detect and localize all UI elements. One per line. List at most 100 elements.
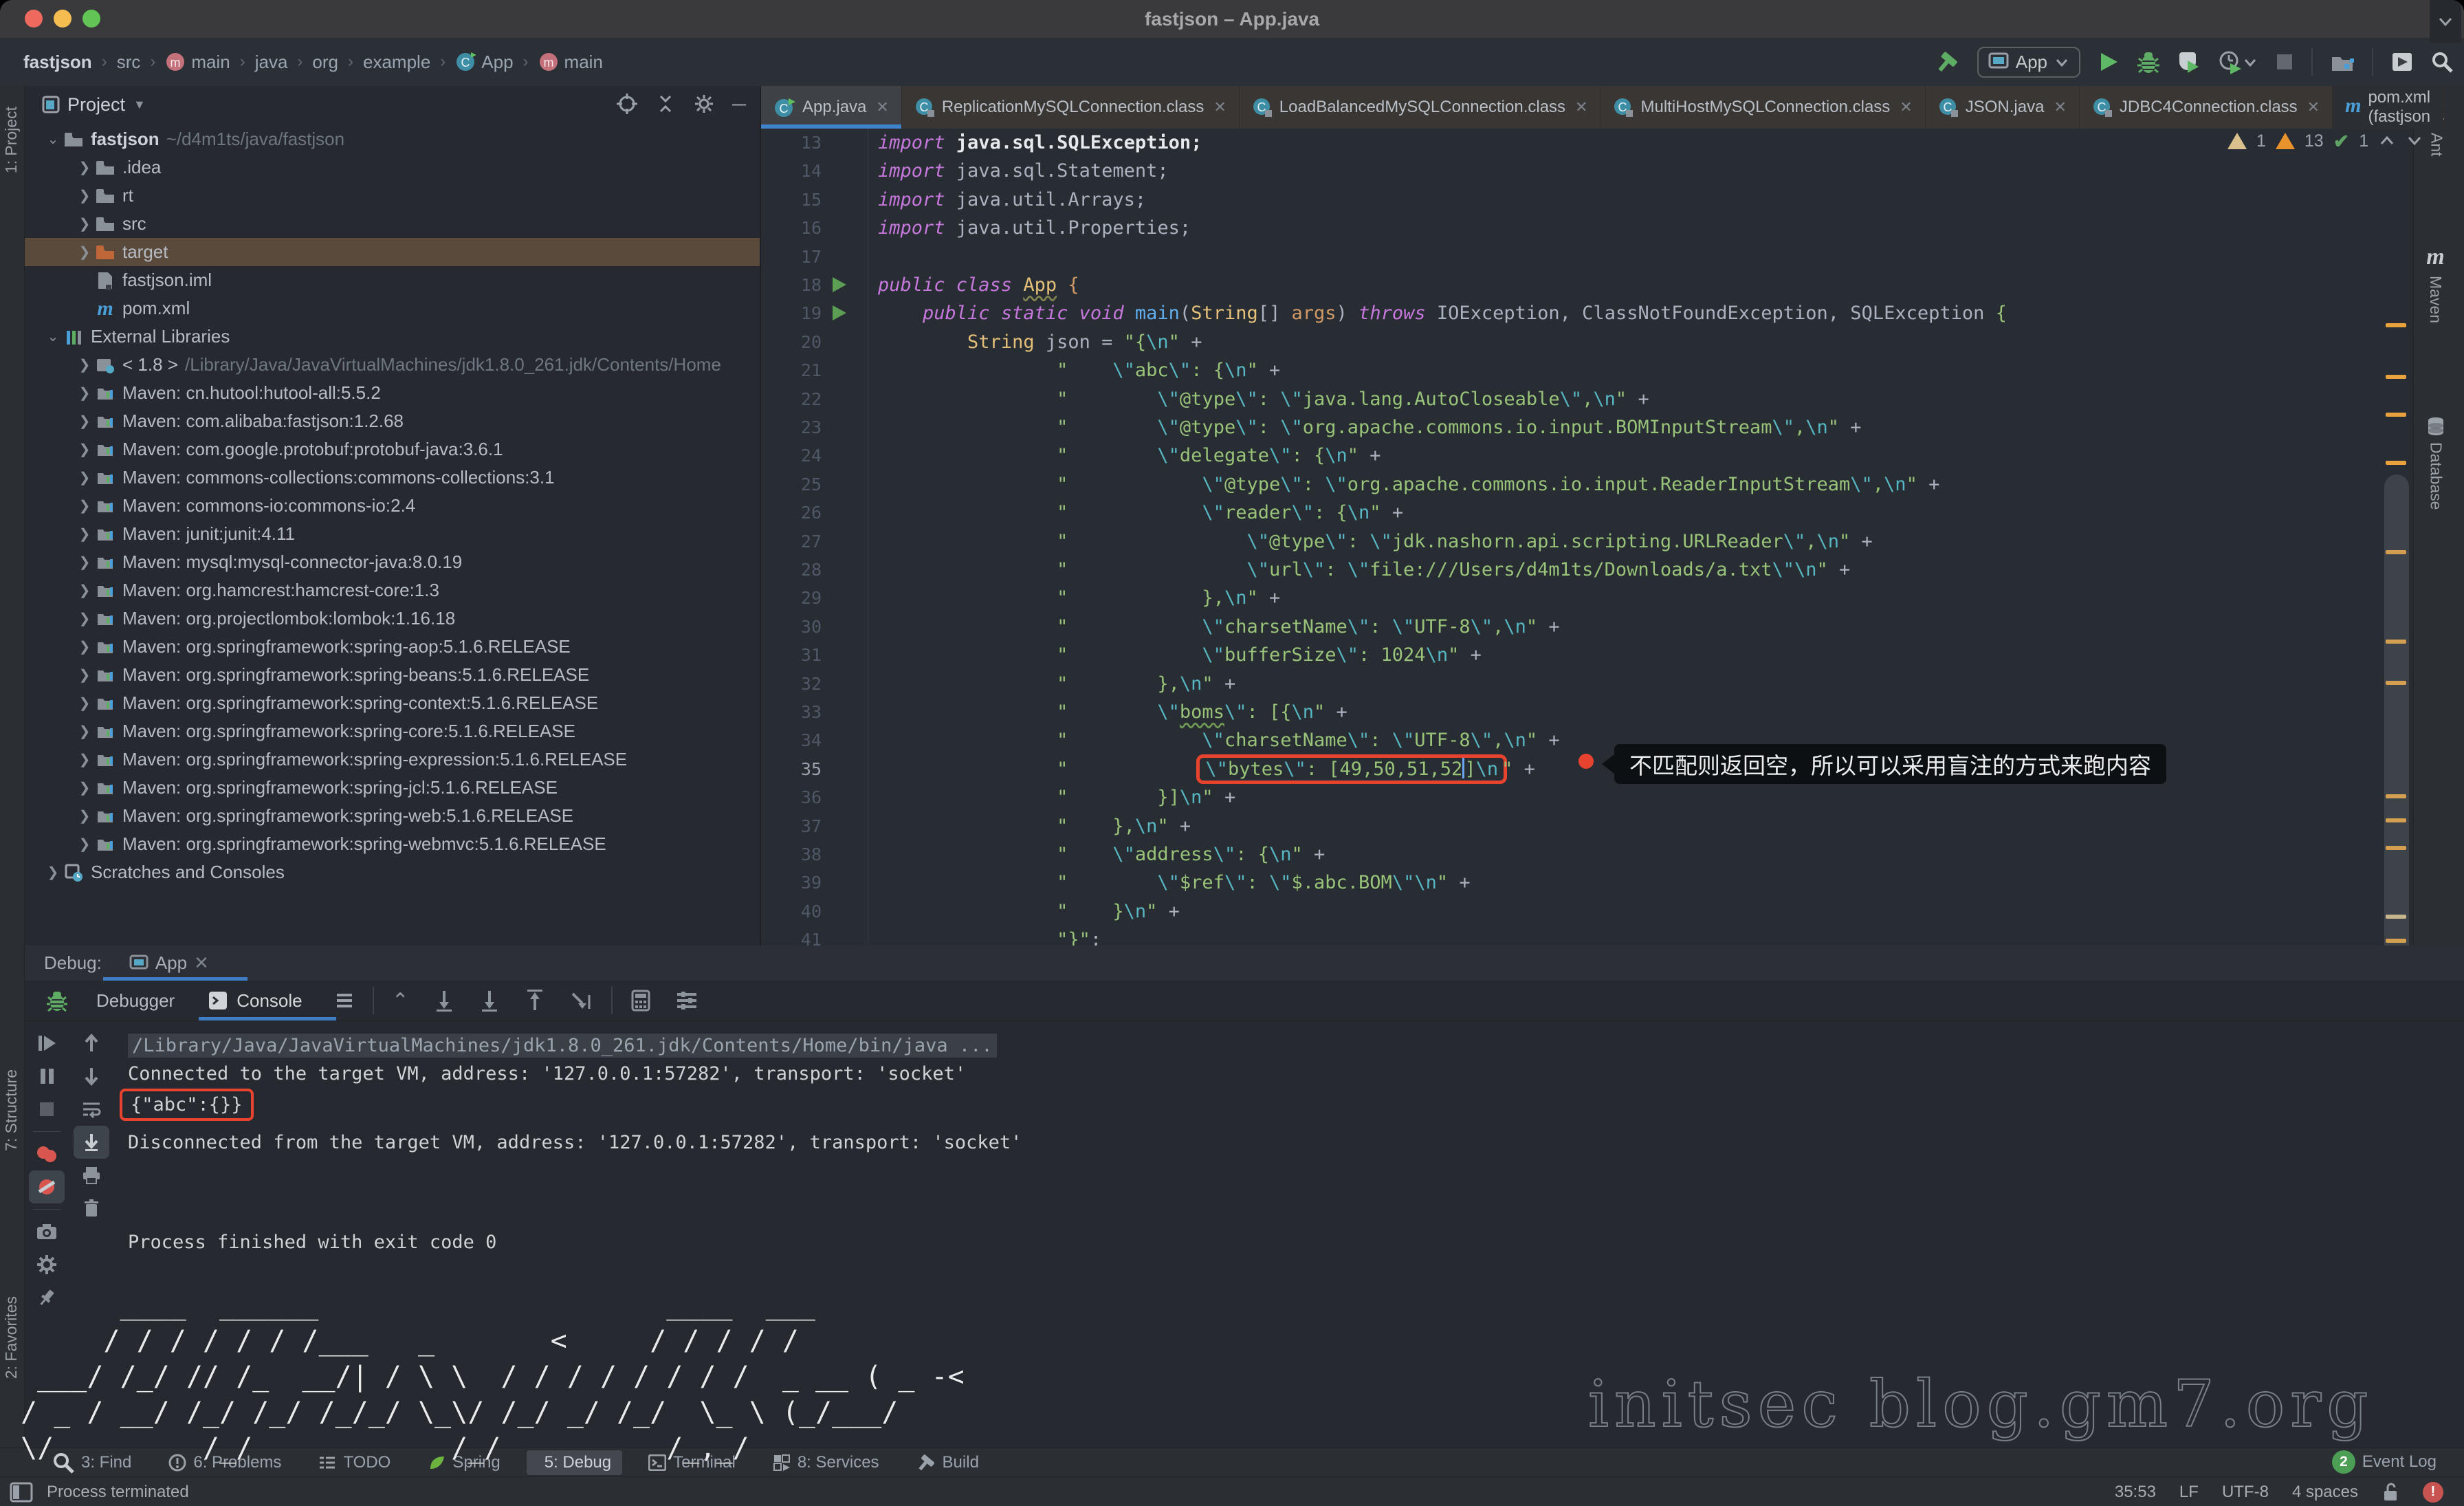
tree-item[interactable]: ❯Scratches and Consoles — [25, 858, 760, 886]
code-line[interactable]: 23 " \"@type\": \"org.apache.commons.io.… — [761, 413, 2397, 441]
print-console-icon[interactable] — [74, 1159, 109, 1192]
tree-item[interactable]: ❯Maven: org.springframework:spring-jcl:5… — [25, 774, 760, 802]
warning-stripe-mark[interactable] — [2386, 375, 2406, 379]
code-line[interactable]: 40 " }\n" + — [761, 897, 2397, 926]
tree-chevron-icon[interactable]: ❯ — [76, 159, 94, 176]
project-view-selector[interactable]: Project — [67, 94, 125, 116]
file-encoding[interactable]: UTF-8 — [2222, 1483, 2269, 1502]
tool-stripe-favorites[interactable]: 2: Favorites — [2, 1296, 21, 1379]
code-line[interactable]: 28 " \"url\": \"file:///Users/d4m1ts/Dow… — [761, 556, 2397, 584]
debug-settings-gear-icon[interactable] — [29, 1248, 65, 1281]
tree-item[interactable]: ❯Maven: org.springframework:spring-web:5… — [25, 802, 760, 830]
tree-item[interactable]: ❯Maven: org.springframework:spring-conte… — [25, 689, 760, 717]
close-tab-icon[interactable]: ✕ — [2054, 98, 2066, 116]
tree-chevron-icon[interactable]: ⌄ — [44, 328, 62, 345]
line-separator[interactable]: LF — [2179, 1483, 2199, 1502]
chevron-down-icon[interactable] — [2436, 12, 2454, 30]
clear-console-icon[interactable] — [74, 1192, 109, 1225]
tree-item[interactable]: ❯Maven: org.springframework:spring-expre… — [25, 745, 760, 774]
code-line[interactable]: 32 " },\n" + — [761, 670, 2397, 698]
tree-item[interactable]: ⌄fastjson~/d4m1ts/java/fastjson — [25, 125, 760, 153]
run-anything-icon[interactable] — [2391, 52, 2413, 72]
tree-item[interactable]: ❯Maven: com.alibaba:fastjson:1.2.68 — [25, 407, 760, 435]
event-log-button[interactable]: 2 Event Log — [2332, 1448, 2436, 1476]
coverage-button-icon[interactable] — [2178, 50, 2200, 74]
tree-chevron-icon[interactable]: ❯ — [76, 413, 94, 430]
evaluate-expression-icon[interactable] — [630, 990, 651, 1012]
tree-chevron-icon[interactable]: ❯ — [76, 610, 94, 627]
code-line[interactable]: 17 — [761, 243, 2397, 271]
debug-button-icon[interactable] — [2137, 50, 2160, 74]
code-line[interactable]: 38 " \"address\": {\n" + — [761, 840, 2397, 869]
tree-item[interactable]: ❯Maven: org.hamcrest:hamcrest-core:1.3 — [25, 576, 760, 604]
lock-open-icon[interactable] — [2382, 1482, 2399, 1503]
tree-item[interactable]: ❯Maven: org.springframework:spring-webmv… — [25, 830, 760, 858]
tree-item[interactable]: ❯Maven: cn.hutool:hutool-all:5.5.2 — [25, 379, 760, 407]
code-line[interactable]: 36 " }]\n" + — [761, 783, 2397, 811]
code-line[interactable]: 18public class App { — [761, 271, 2397, 299]
code-line[interactable]: 33 " \"boms\": [{\n" + — [761, 698, 2397, 726]
breadcrumb-item-app[interactable]: CApp — [455, 52, 513, 73]
tree-item[interactable]: ❯Maven: com.google.protobuf:protobuf-jav… — [25, 435, 760, 463]
run-button-icon[interactable] — [2098, 50, 2119, 74]
build-project-hammer-icon[interactable] — [1935, 50, 1959, 74]
debug-session-tab[interactable]: App ✕ — [129, 952, 209, 974]
collapse-all-icon[interactable] — [655, 94, 676, 116]
hide-panel-icon[interactable]: ─ — [732, 94, 746, 116]
tree-chevron-icon[interactable]: ❯ — [76, 215, 94, 232]
locate-file-icon[interactable] — [617, 94, 637, 116]
breadcrumb-item-org[interactable]: org — [312, 52, 338, 73]
tool-stripe-project[interactable]: 1: Project — [2, 107, 21, 173]
code-line[interactable]: 26 " \"reader\": {\n" + — [761, 499, 2397, 527]
close-tab-icon[interactable]: ✕ — [1900, 98, 1912, 116]
breadcrumb[interactable]: fastjson›src›mmain›java›org›example›CApp… — [19, 38, 607, 86]
run-line-icon[interactable] — [833, 305, 846, 320]
code-line[interactable]: 31 " \"bufferSize\": 1024\n" + — [761, 641, 2397, 669]
code-line[interactable]: 21 " \"abc\": {\n" + — [761, 356, 2397, 384]
code-line[interactable]: 30 " \"charsetName\": \"UTF-8\",\n" + — [761, 613, 2397, 641]
tree-chevron-icon[interactable]: ❯ — [76, 441, 94, 458]
tree-chevron-icon[interactable]: ❯ — [76, 666, 94, 684]
code-line[interactable]: 39 " \"$ref\": \"$.abc.BOM\"\n" + — [761, 869, 2397, 897]
tree-chevron-icon[interactable]: ❯ — [44, 864, 62, 881]
tree-chevron-icon[interactable]: ❯ — [76, 469, 94, 486]
step-out-icon[interactable] — [525, 990, 545, 1012]
tree-chevron-icon[interactable]: ❯ — [76, 554, 94, 571]
tree-item[interactable]: ❯Maven: junit:junit:4.11 — [25, 520, 760, 548]
tab-pom-xml-fastjson[interactable]: mpom.xml (fastjson — [2333, 86, 2443, 129]
tree-item[interactable]: ❯Maven: org.springframework:spring-core:… — [25, 717, 760, 745]
tree-item[interactable]: ❯Maven: mysql:mysql-connector-java:8.0.1… — [25, 548, 760, 576]
stop-process-icon[interactable] — [29, 1093, 65, 1126]
inspections-widget[interactable]: 1 13 ✔ 1 — [2228, 125, 2413, 157]
tree-item[interactable]: ❯Maven: org.springframework:spring-aop:5… — [25, 633, 760, 661]
next-occurrence-icon[interactable] — [74, 1060, 109, 1093]
chevron-down-icon[interactable]: ▼ — [133, 98, 146, 112]
tab-debugger[interactable]: Debugger — [96, 990, 175, 1012]
next-problem-icon[interactable] — [2406, 132, 2423, 150]
step-into-icon[interactable] — [479, 990, 500, 1012]
tree-chevron-icon[interactable]: ❯ — [76, 243, 94, 261]
code-line[interactable]: 29 " },\n" + — [761, 584, 2397, 612]
tool-stripe-maven[interactable]: mMaven — [2426, 244, 2445, 323]
code-line[interactable]: 25 " \"@type\": \"org.apache.commons.io.… — [761, 470, 2397, 499]
breadcrumb-item-java[interactable]: java — [255, 52, 288, 73]
tree-chevron-icon[interactable]: ❯ — [76, 497, 94, 514]
close-tab-icon[interactable]: ✕ — [876, 98, 888, 116]
warning-stripe-mark[interactable] — [2386, 413, 2406, 417]
tool-stripe-structure[interactable]: 7: Structure — [2, 1069, 21, 1151]
layout-settings-icon[interactable] — [676, 990, 698, 1011]
breadcrumb-item-example[interactable]: example — [363, 52, 430, 73]
tab-loadbalancedmysqlconnection-class[interactable]: CLoadBalancedMySQLConnection.class✕ — [1240, 86, 1601, 129]
code-line[interactable]: 14import java.sql.Statement; — [761, 157, 2397, 185]
search-everywhere-icon[interactable] — [2431, 51, 2453, 73]
resume-program-icon[interactable] — [29, 1027, 65, 1060]
breadcrumb-item-fastjson[interactable]: fastjson — [23, 52, 92, 73]
title-bar[interactable]: fastjson – App.java — [0, 0, 2464, 39]
tree-chevron-icon[interactable]: ❯ — [76, 638, 94, 655]
tree-chevron-icon[interactable]: ❯ — [76, 384, 94, 402]
breadcrumb-item-src[interactable]: src — [117, 52, 141, 73]
step-over-icon[interactable] — [434, 990, 454, 1012]
indent-setting[interactable]: 4 spaces — [2292, 1483, 2358, 1502]
close-tab-icon[interactable]: ✕ — [1575, 98, 1587, 116]
code-line[interactable]: 22 " \"@type\": \"java.lang.AutoCloseabl… — [761, 385, 2397, 413]
